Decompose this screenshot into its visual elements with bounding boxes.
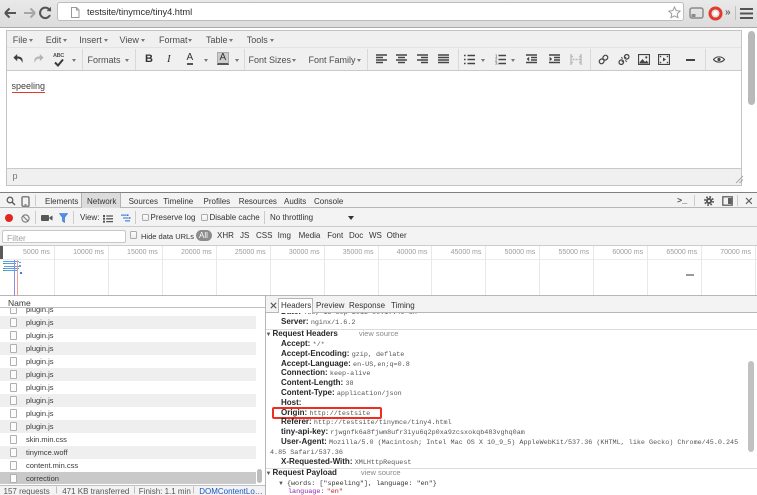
- svg-text:3: 3: [495, 61, 498, 65]
